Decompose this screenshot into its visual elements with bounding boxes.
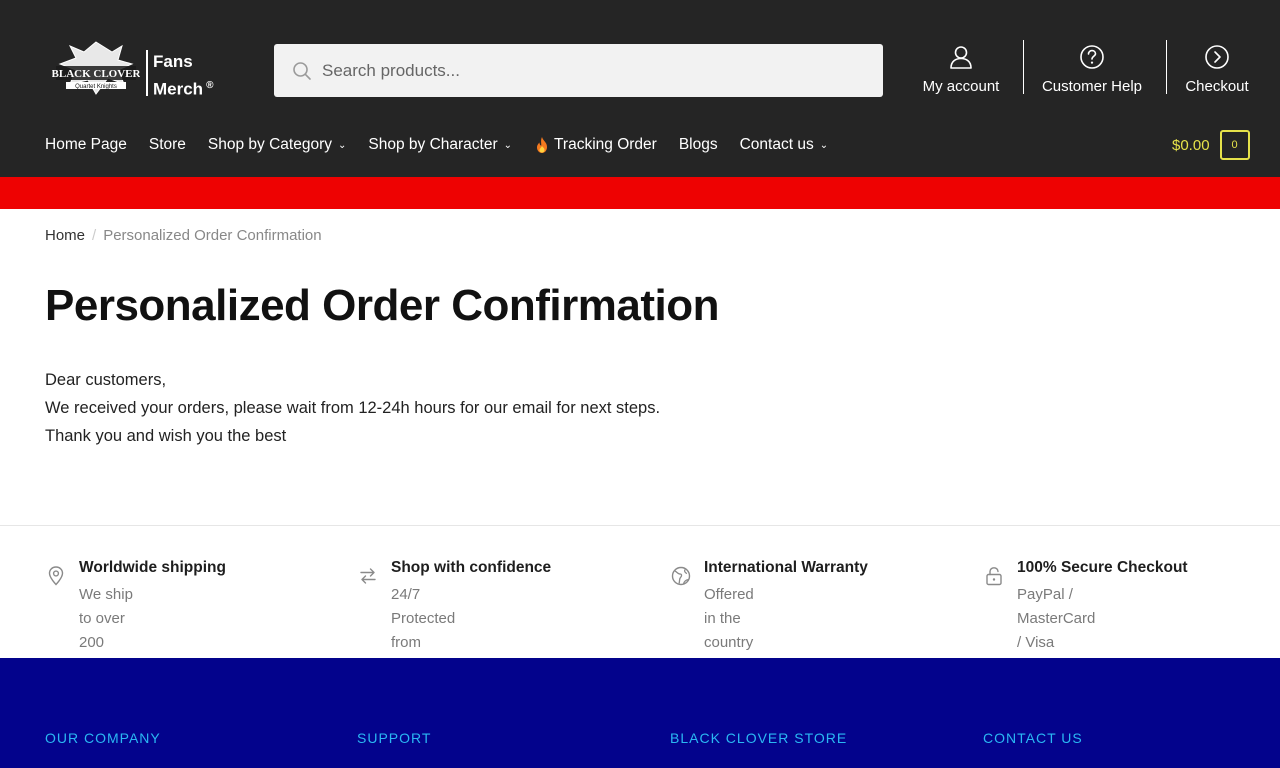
page-title: Personalized Order Confirmation — [45, 281, 719, 330]
main-nav: Home Page Store Shop by Category ⌄ Shop b… — [45, 133, 850, 157]
exchange-arrows-icon — [360, 568, 376, 584]
customer-help-label: Customer Help — [1041, 78, 1143, 95]
svg-text:Quartet Knights: Quartet Knights — [75, 84, 117, 90]
nav-item-contact-us[interactable]: Contact us ⌄ — [740, 136, 829, 154]
header-divider — [1166, 40, 1167, 94]
black-clover-logo: BLACK CLOVER Quartet Knights — [52, 41, 140, 95]
site-footer: OUR COMPANY SUPPORT BLACK CLOVER STORE C… — [0, 658, 1280, 768]
nav-item-label: Shop by Character — [368, 136, 498, 153]
user-icon — [950, 46, 972, 69]
footer-heading-our-company: OUR COMPANY — [45, 730, 161, 746]
feature-title: Worldwide shipping — [79, 559, 226, 576]
my-account-label: My account — [922, 78, 1000, 95]
cart-button[interactable]: $0.00 0 — [1172, 130, 1250, 160]
search-box — [274, 44, 883, 97]
search-icon — [293, 62, 311, 80]
header-divider — [1023, 40, 1024, 94]
footer-heading-contact-us: CONTACT US — [983, 730, 1083, 746]
lock-icon — [986, 567, 1002, 586]
chevron-right-circle-icon — [1205, 45, 1229, 69]
nav-item-label: Store — [148, 136, 186, 153]
globe-icon — [671, 566, 691, 586]
question-circle-icon — [1080, 45, 1104, 69]
checkout-label: Checkout — [1185, 78, 1249, 95]
content-line: Dear customers, — [45, 371, 167, 389]
nav-item-home-page[interactable]: Home Page — [45, 136, 127, 154]
page-content: Dear customers, We received your orders,… — [45, 366, 660, 450]
breadcrumb-home[interactable]: Home — [45, 227, 85, 244]
logo-brand-line2: Merch — [153, 79, 204, 99]
breadcrumb: Home / Personalized Order Confirmation — [45, 227, 322, 244]
feature-subtitle: PayPal / MasterCard / Visa — [1017, 586, 1096, 651]
nav-item-shop-by-character[interactable]: Shop by Character ⌄ — [368, 136, 512, 154]
logo-brand-line1: Fans — [153, 52, 193, 71]
content-line: We received your orders, please wait fro… — [45, 399, 661, 417]
search-input[interactable] — [322, 44, 862, 97]
chevron-down-icon: ⌄ — [338, 139, 347, 151]
site-logo[interactable]: BLACK CLOVER Quartet Knights Fans Merch ® — [50, 38, 220, 100]
chevron-down-icon: ⌄ — [503, 139, 513, 151]
nav-item-label: Blogs — [678, 136, 718, 153]
content-line: Thank you and wish you the best — [45, 427, 287, 445]
nav-item-shop-by-category[interactable]: Shop by Category ⌄ — [208, 136, 346, 154]
checkout-link[interactable]: Checkout — [1180, 40, 1254, 100]
footer-heading-support: SUPPORT — [357, 730, 432, 746]
features-bar: Worldwide shipping We ship to over 200 c… — [0, 525, 1280, 699]
cart-total: $0.00 — [1172, 136, 1210, 154]
nav-item-label: Shop by Category — [207, 136, 332, 153]
logo-text: Fans Merch ® — [153, 50, 213, 102]
promo-banner — [0, 177, 1280, 209]
nav-item-blogs[interactable]: Blogs — [679, 136, 718, 154]
breadcrumb-current: Personalized Order Confirmation — [103, 227, 322, 244]
fire-icon — [537, 137, 548, 153]
nav-item-label: Tracking Order — [554, 136, 657, 153]
breadcrumb-separator: / — [92, 227, 97, 244]
cart-count: 0 — [1219, 130, 1250, 160]
chevron-down-icon: ⌄ — [819, 139, 829, 151]
nav-item-store[interactable]: Store — [149, 136, 186, 154]
feature-title: International Warranty — [704, 559, 868, 576]
customer-help-link[interactable]: Customer Help — [1036, 40, 1148, 100]
footer-heading-black-clover-store: BLACK CLOVER STORE — [670, 730, 848, 746]
feature-title: 100% Secure Checkout — [1017, 559, 1188, 576]
feature-title: Shop with confidence — [391, 559, 552, 576]
nav-item-tracking-order[interactable]: Tracking Order — [534, 136, 657, 154]
svg-text:BLACK CLOVER: BLACK CLOVER — [52, 68, 140, 80]
site-header: BLACK CLOVER Quartet Knights Fans Merch ®… — [0, 0, 1280, 177]
location-pin-icon — [48, 566, 64, 586]
my-account-link[interactable]: My account — [918, 40, 1004, 100]
nav-item-label: Contact us — [739, 136, 814, 153]
registered-mark: ® — [206, 80, 214, 91]
nav-item-label: Home Page — [45, 136, 127, 153]
logo-divider — [146, 50, 148, 96]
